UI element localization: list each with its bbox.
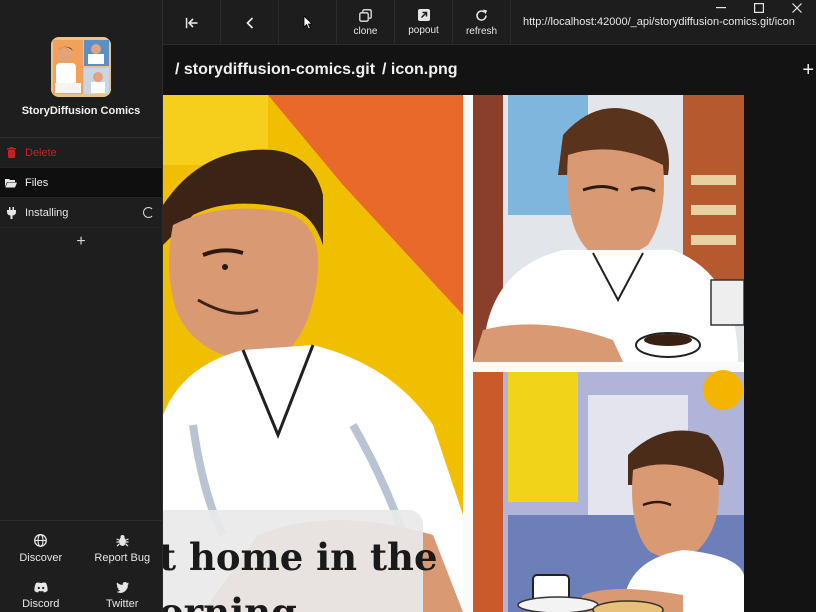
discover-label: Discover: [19, 552, 63, 564]
file-path-bar: / storydiffusion-comics.git / icon.png +: [163, 45, 816, 95]
icon-image-preview: t home in the orning: [163, 95, 744, 612]
discover-button[interactable]: Discover: [0, 521, 82, 567]
popout-button[interactable]: popout: [395, 0, 453, 45]
bug-icon: [116, 535, 129, 547]
popout-icon: [417, 9, 430, 21]
back-to-home-button[interactable]: [163, 0, 221, 45]
app-header: StoryDiffusion Comics: [0, 0, 162, 138]
sidebar-item-label: Installing: [25, 206, 69, 219]
minimize-button[interactable]: [702, 0, 740, 16]
close-window-button[interactable]: [778, 0, 816, 16]
clone-label: clone: [353, 25, 378, 37]
sidebar-item-delete[interactable]: Delete: [0, 138, 162, 168]
add-item-button[interactable]: +: [0, 228, 162, 256]
forward-button[interactable]: [279, 0, 337, 45]
folder-open-icon: [5, 177, 17, 189]
sidebar-item-installing[interactable]: Installing: [0, 198, 162, 228]
comic-caption-line-1: t home in the: [163, 535, 438, 579]
clone-button[interactable]: clone: [337, 0, 395, 45]
back-button[interactable]: [221, 0, 279, 45]
twitter-button[interactable]: Twitter: [82, 567, 164, 612]
maximize-button[interactable]: [740, 0, 778, 16]
report-bug-label: Report Bug: [94, 552, 151, 564]
trash-icon: [5, 147, 17, 159]
report-bug-button[interactable]: Report Bug: [82, 521, 164, 567]
sidebar-footer: Discover Report Bug Discord Twitter: [0, 520, 163, 612]
globe-icon: [34, 534, 48, 547]
maximize-icon: [754, 3, 764, 13]
close-icon: [792, 3, 802, 13]
chevron-left-icon: [245, 16, 253, 29]
app-icon: [51, 37, 111, 97]
discord-button[interactable]: Discord: [0, 567, 82, 612]
breadcrumb-file[interactable]: / icon.png: [382, 61, 458, 79]
breadcrumb-repo[interactable]: / storydiffusion-comics.git: [175, 61, 375, 79]
discord-label: Discord: [22, 598, 60, 610]
refresh-icon: [476, 9, 488, 21]
sidebar-item-files[interactable]: Files: [0, 168, 162, 198]
copy-icon: [359, 8, 372, 22]
add-file-button[interactable]: +: [802, 59, 814, 82]
popout-label: popout: [408, 25, 439, 36]
refresh-button[interactable]: refresh: [453, 0, 511, 45]
discord-icon: [34, 582, 48, 593]
window-controls: [702, 0, 816, 16]
twitter-icon: [115, 582, 129, 593]
loading-spinner-icon: [143, 207, 154, 218]
image-viewer: t home in the orning: [163, 95, 816, 612]
app-title: StoryDiffusion Comics: [21, 105, 141, 117]
exit-arrow-icon: [185, 17, 198, 28]
twitter-label: Twitter: [106, 598, 139, 610]
sidebar-item-label: Files: [25, 176, 49, 189]
refresh-label: refresh: [465, 25, 498, 37]
plug-icon: [5, 206, 17, 219]
cursor-pointer-icon: [303, 15, 313, 30]
minimize-icon: [716, 7, 726, 9]
sidebar: StoryDiffusion Comics Delete Files Insta…: [0, 0, 163, 612]
comic-caption-line-2: orning: [163, 590, 297, 612]
sidebar-item-label: Delete: [25, 146, 57, 159]
toolbar: clone popout refresh http://localhost:42…: [163, 0, 816, 45]
